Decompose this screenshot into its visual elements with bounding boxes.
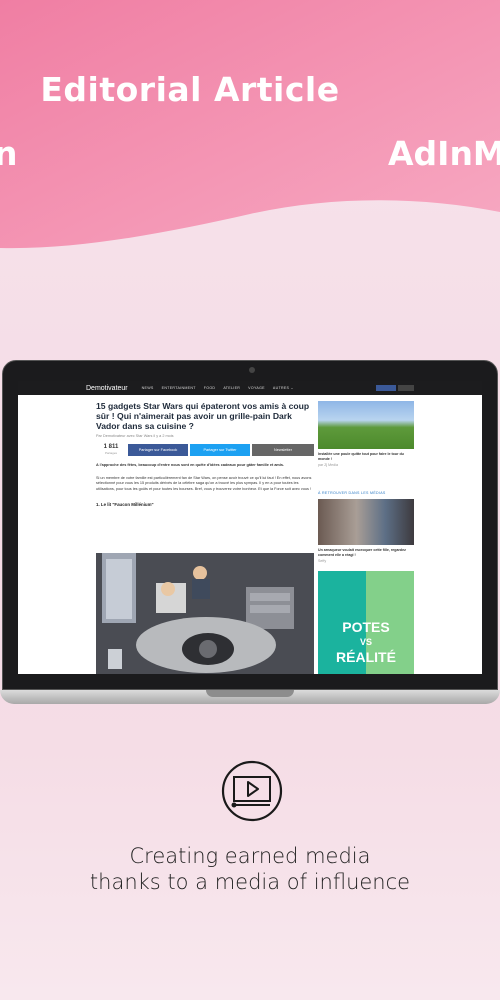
ad-line-3: RÉALITÉ [336,649,396,665]
sidebar-caption-2[interactable]: Un arnaqueur voulait escroquer cette fil… [318,548,414,558]
ad-line-2: VS [359,637,372,647]
hero-left-fragment: n [0,134,18,173]
share-bar: 1 811 Partages Partager sur Facebook Par… [96,444,314,456]
ad-line-1: POTES [342,619,390,635]
sidebar-ad[interactable]: POTES VS RÉALITÉ [318,571,414,674]
nav-item-autres[interactable]: AUTRES ⌄ [273,386,294,390]
laptop-mockup: Demotivateur NEWS ENTERTAINMENT FOOD ATE… [0,360,500,720]
sidebar-thumbnail-landscape[interactable] [318,401,414,449]
like-count-badge [398,385,414,391]
share-facebook-label: Partager sur Facebook [138,448,178,452]
article-body: Si un membre de votre famille est partic… [96,475,312,491]
caption-line-1: Creating earned media [129,844,371,868]
article-title: 15 gadgets Star Wars qui épateront vos a… [96,401,310,431]
nav-item-food[interactable]: FOOD [204,386,216,390]
nav-item-voyage[interactable]: VOYAGE [248,386,265,390]
sidebar-source-1: par Zj Media [318,463,338,467]
site-brand[interactable]: Demotivateur [86,385,128,392]
share-count-label: Partages [104,451,117,455]
sidebar-caption-1[interactable]: Installée une poule quitte tout pour fai… [318,452,414,462]
article-byline: Par Demotivateur avec Star Wars il y a 2… [96,434,174,438]
sidebar-source-2: Seffy [318,559,327,563]
site-navbar: Demotivateur NEWS ENTERTAINMENT FOOD ATE… [18,381,482,395]
article-photo[interactable] [96,553,314,674]
article-intro: A l'approche des fêtes, beaucoup d'entre… [96,463,285,467]
camera-icon [249,367,255,373]
share-twitter-label: Partager sur Twitter [203,448,237,452]
share-twitter-button[interactable]: Partager sur Twitter [190,444,250,456]
falcon-bed-illustration [96,553,314,674]
newsletter-button[interactable]: Newsletter [252,444,314,456]
share-count-value: 1 811 [103,444,119,450]
nav-item-entertainment[interactable]: ENTERTAINMENT [162,386,196,390]
article-section-heading: 1. Le lit "Faucon Millénium" [96,502,154,508]
caption-line-2: thanks to a media of influence [89,870,411,894]
facebook-like-button[interactable] [376,385,396,391]
hero-title: Editorial Article [40,70,340,109]
sidebar-thumbnail-people[interactable] [318,499,414,545]
share-count: 1 811 Partages [96,444,126,456]
share-facebook-button[interactable]: Partager sur Facebook [128,444,188,456]
video-play-icon [221,760,283,822]
hero-background [0,0,500,249]
nav-item-atelier[interactable]: ATELIER [223,386,240,390]
sidebar-heading: À RETROUVER DANS LES MÉDIAS [318,491,386,495]
hero-right-fragment: AdInM [388,134,500,173]
hero-banner: Editorial Article n AdInM [0,0,500,260]
laptop-screen: Demotivateur NEWS ENTERTAINMENT FOOD ATE… [18,381,482,674]
newsletter-label: Newsletter [274,448,292,452]
sidebar: Installée une poule quitte tout pour fai… [318,395,414,674]
nav-item-news[interactable]: NEWS [142,386,154,390]
laptop-notch [206,690,294,697]
article: 15 gadgets Star Wars qui épateront vos a… [96,401,314,507]
